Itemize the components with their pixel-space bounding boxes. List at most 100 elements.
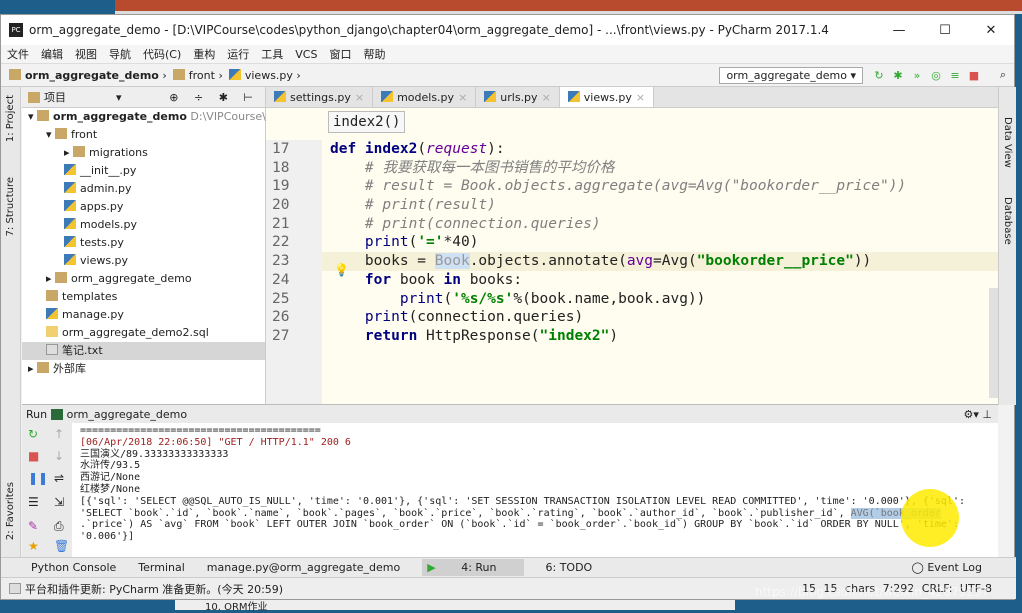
pin-icon[interactable]: ✎ [28, 519, 38, 533]
concurrency-icon[interactable]: ≡ [947, 69, 963, 82]
run-console-output[interactable]: ========================================… [72, 423, 998, 557]
tree-item[interactable]: admin.py [22, 180, 265, 198]
status-message[interactable]: 平台和插件更新: PyCharm 准备更新。(今天 20:59) [25, 581, 283, 597]
code-text: return HttpResponse("index2") [322, 327, 618, 346]
run-config-label[interactable]: orm_aggregate_demo [67, 408, 188, 421]
debug-icon[interactable]: ✱ [890, 69, 906, 82]
close-button[interactable]: ✕ [968, 23, 1014, 38]
search-icon[interactable]: ⌕ [995, 68, 1011, 82]
database-tool-tab[interactable]: Database [1002, 197, 1013, 245]
breadcrumb-file[interactable]: views.py › [228, 68, 301, 82]
menu-item[interactable]: 视图 [75, 46, 97, 62]
folder-icon [73, 146, 86, 157]
minimize-button[interactable]: — [876, 23, 922, 38]
rerun-icon[interactable]: ↻ [28, 427, 38, 441]
data-view-tool-tab[interactable]: Data View [1002, 117, 1013, 168]
favorites-tool-tab[interactable]: 2: Favorites [5, 482, 16, 540]
rerun-icon[interactable]: ↻ [871, 69, 887, 82]
project-tool-tab[interactable]: 1: Project [5, 95, 16, 142]
tree-item-label: views.py [80, 254, 129, 267]
python-file-icon [381, 91, 394, 102]
layout-icon[interactable]: ☰ [28, 495, 39, 509]
structure-tool-tab[interactable]: 7: Structure [5, 177, 16, 236]
python-file-icon [274, 91, 286, 102]
tab-settings[interactable]: settings.py × [266, 87, 374, 107]
maximize-button[interactable]: ☐ [922, 23, 968, 38]
code-token: '%s/%s' [452, 290, 514, 307]
pause-icon[interactable]: ❚❚ [28, 471, 48, 485]
down-arrow-icon[interactable]: ↓ [54, 449, 64, 463]
editor-scrollbar[interactable] [989, 288, 998, 398]
title-bar: PC orm_aggregate_demo - [D:\VIPCourse\co… [1, 15, 1014, 45]
python-console-tab[interactable]: Python Console [31, 561, 116, 574]
tree-item[interactable]: ▾ front [22, 126, 265, 144]
line-number: 21 [266, 214, 322, 234]
lightbulb-icon[interactable]: 💡 [334, 263, 349, 277]
code-token: )) [853, 253, 872, 270]
profile-icon[interactable]: ◎ [928, 69, 944, 82]
tree-item[interactable]: ▸ 外部库 [22, 360, 265, 378]
tab-models[interactable]: models.py × [373, 87, 477, 107]
tree-item[interactable]: 笔记.txt [22, 342, 265, 360]
run-config-select[interactable]: orm_aggregate_demo ▾ [719, 66, 863, 84]
close-tab-icon[interactable]: × [636, 91, 645, 104]
mouse-cursor-highlight [901, 489, 959, 547]
event-log-tab[interactable]: ◯ Event Log [912, 561, 1004, 574]
menu-item[interactable]: 文件 [7, 46, 29, 62]
close-tab-icon[interactable]: × [542, 91, 551, 104]
tree-item[interactable]: ▸ migrations [22, 144, 265, 162]
tab-urls[interactable]: urls.py × [476, 87, 560, 107]
scroll-to-end-icon[interactable]: ⇲ [54, 495, 64, 509]
status-toggle-icon[interactable] [9, 583, 21, 594]
tab-views[interactable]: views.py × [559, 87, 655, 107]
tree-item[interactable]: orm_aggregate_demo2.sql [22, 324, 265, 342]
menu-item[interactable]: 工具 [261, 46, 283, 62]
terminal-tab[interactable]: Terminal [138, 561, 185, 574]
tree-item[interactable]: ▸ orm_aggregate_demo [22, 270, 265, 288]
manage-py-tab[interactable]: manage.py@orm_aggregate_demo [207, 561, 400, 574]
tree-item[interactable]: templates [22, 288, 265, 306]
project-panel-tools[interactable]: ⊕ ÷ ✱ ⊢ [169, 91, 259, 104]
soft-wrap-icon[interactable]: ⇌ [54, 471, 64, 485]
close-tab-icon[interactable]: × [458, 91, 467, 104]
code-token: index2 [364, 141, 418, 157]
tree-item[interactable]: models.py [22, 216, 265, 234]
settings-gear-icon[interactable]: ⚙▾ ⊥ [964, 408, 992, 421]
pycharm-logo-icon: PC [9, 23, 23, 37]
tree-item-label: admin.py [80, 182, 132, 195]
stop-icon[interactable]: ■ [28, 449, 39, 463]
menu-item[interactable]: 重构 [193, 46, 215, 62]
tree-item[interactable]: manage.py [22, 306, 265, 324]
console-text: 'SELECT `book`.`id`, `book`.`name`, `boo… [80, 507, 851, 519]
print-icon[interactable]: ⎙ [54, 519, 64, 534]
tree-item[interactable]: apps.py [22, 198, 265, 216]
console-line: 西游记/None [80, 472, 998, 484]
star-icon[interactable]: ★ [28, 539, 39, 553]
trash-icon[interactable]: 🗑 [54, 539, 69, 553]
breadcrumb-folder[interactable]: front › [172, 68, 223, 82]
tree-item[interactable]: __init__.py [22, 162, 265, 180]
breadcrumb-project[interactable]: orm_aggregate_demo › [9, 68, 167, 82]
code-editor[interactable]: 17 def index2(request): 18 # 我要获取每一本图书销售的平… [266, 108, 998, 405]
menu-item[interactable]: 编辑 [41, 46, 63, 62]
chevron-down-icon[interactable]: ▾ [116, 91, 122, 104]
tree-item[interactable]: tests.py [22, 234, 265, 252]
close-tab-icon[interactable]: × [355, 91, 364, 104]
menu-item[interactable]: 导航 [109, 46, 131, 62]
project-view-select[interactable]: 项目 [44, 89, 66, 105]
tree-item-root[interactable]: ▾ orm_aggregate_demo D:\VIPCourse\cod [22, 108, 286, 126]
todo-tab[interactable]: 6: TODO [546, 561, 593, 574]
line-number: 26 [266, 308, 322, 327]
stop-icon[interactable]: ■ [966, 69, 982, 82]
menu-item[interactable]: 帮助 [363, 46, 385, 62]
menu-item[interactable]: 运行 [227, 46, 249, 62]
run-tab[interactable]: ▶ 4: Run [422, 559, 524, 576]
up-arrow-icon[interactable]: ↑ [54, 427, 64, 441]
menu-item[interactable]: 代码(C) [143, 46, 181, 62]
tree-item[interactable]: views.py [22, 252, 265, 270]
coverage-icon[interactable]: » [909, 69, 925, 82]
menu-item[interactable]: VCS [295, 48, 317, 61]
menu-item[interactable]: 窗口 [329, 46, 351, 62]
folder-icon [46, 290, 58, 301]
